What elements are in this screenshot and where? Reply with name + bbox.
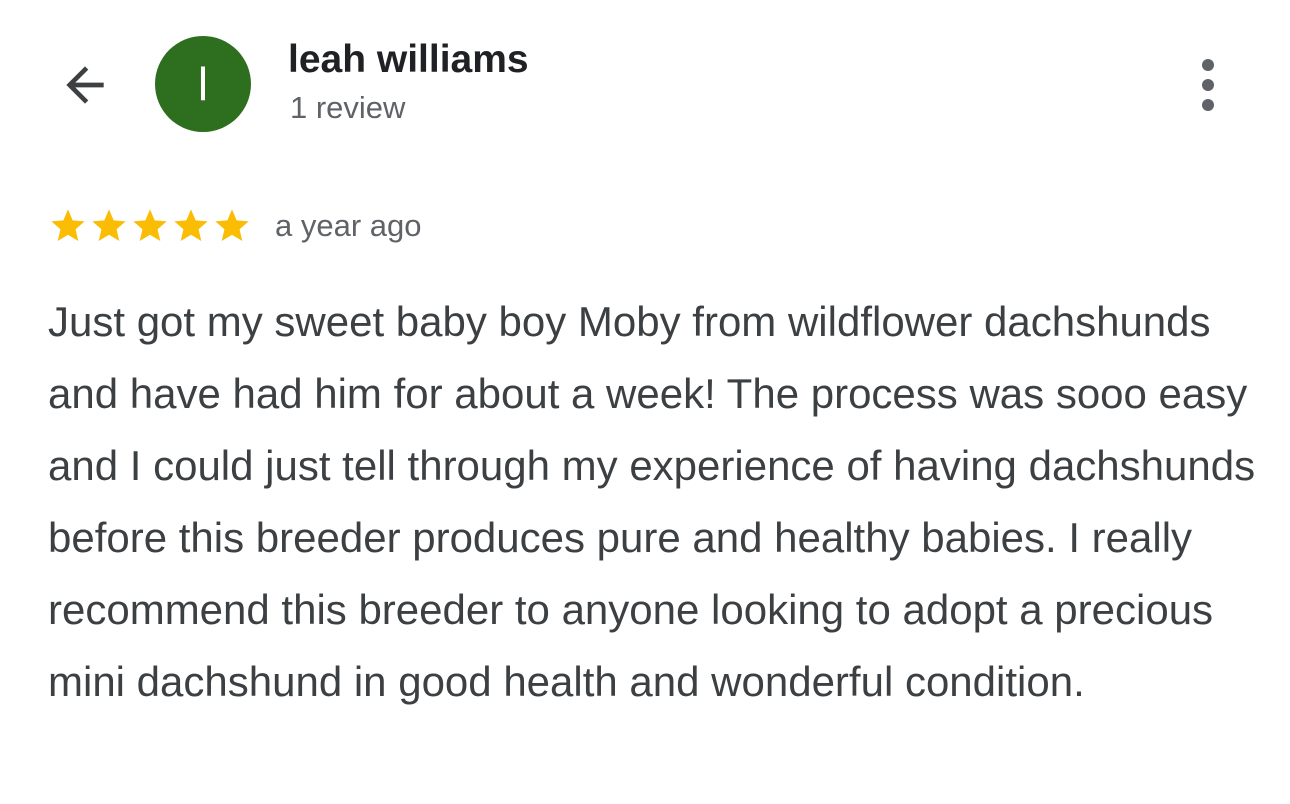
user-name[interactable]: leah williams bbox=[288, 38, 529, 82]
more-vert-icon bbox=[1202, 59, 1214, 71]
avatar-initial: l bbox=[197, 58, 209, 110]
star-icon bbox=[215, 209, 249, 241]
review-timestamp: a year ago bbox=[275, 208, 422, 243]
star-icon bbox=[174, 209, 208, 241]
star-rating bbox=[48, 206, 253, 246]
star-icon bbox=[92, 209, 126, 241]
star-icon bbox=[51, 209, 85, 241]
rating-row: a year ago bbox=[48, 200, 422, 252]
more-options-button[interactable] bbox=[1180, 50, 1236, 120]
review-count: 1 review bbox=[290, 90, 406, 125]
more-vert-icon-dot bbox=[1202, 99, 1214, 111]
arrow-back-icon bbox=[66, 66, 104, 104]
back-button[interactable] bbox=[50, 50, 120, 120]
review-text: Just got my sweet baby boy Moby from wil… bbox=[48, 298, 1256, 705]
avatar[interactable]: l bbox=[155, 36, 251, 132]
more-vert-icon-dot bbox=[1202, 79, 1214, 91]
review-header: l leah williams 1 review bbox=[0, 0, 1290, 160]
star-icon bbox=[133, 209, 167, 241]
